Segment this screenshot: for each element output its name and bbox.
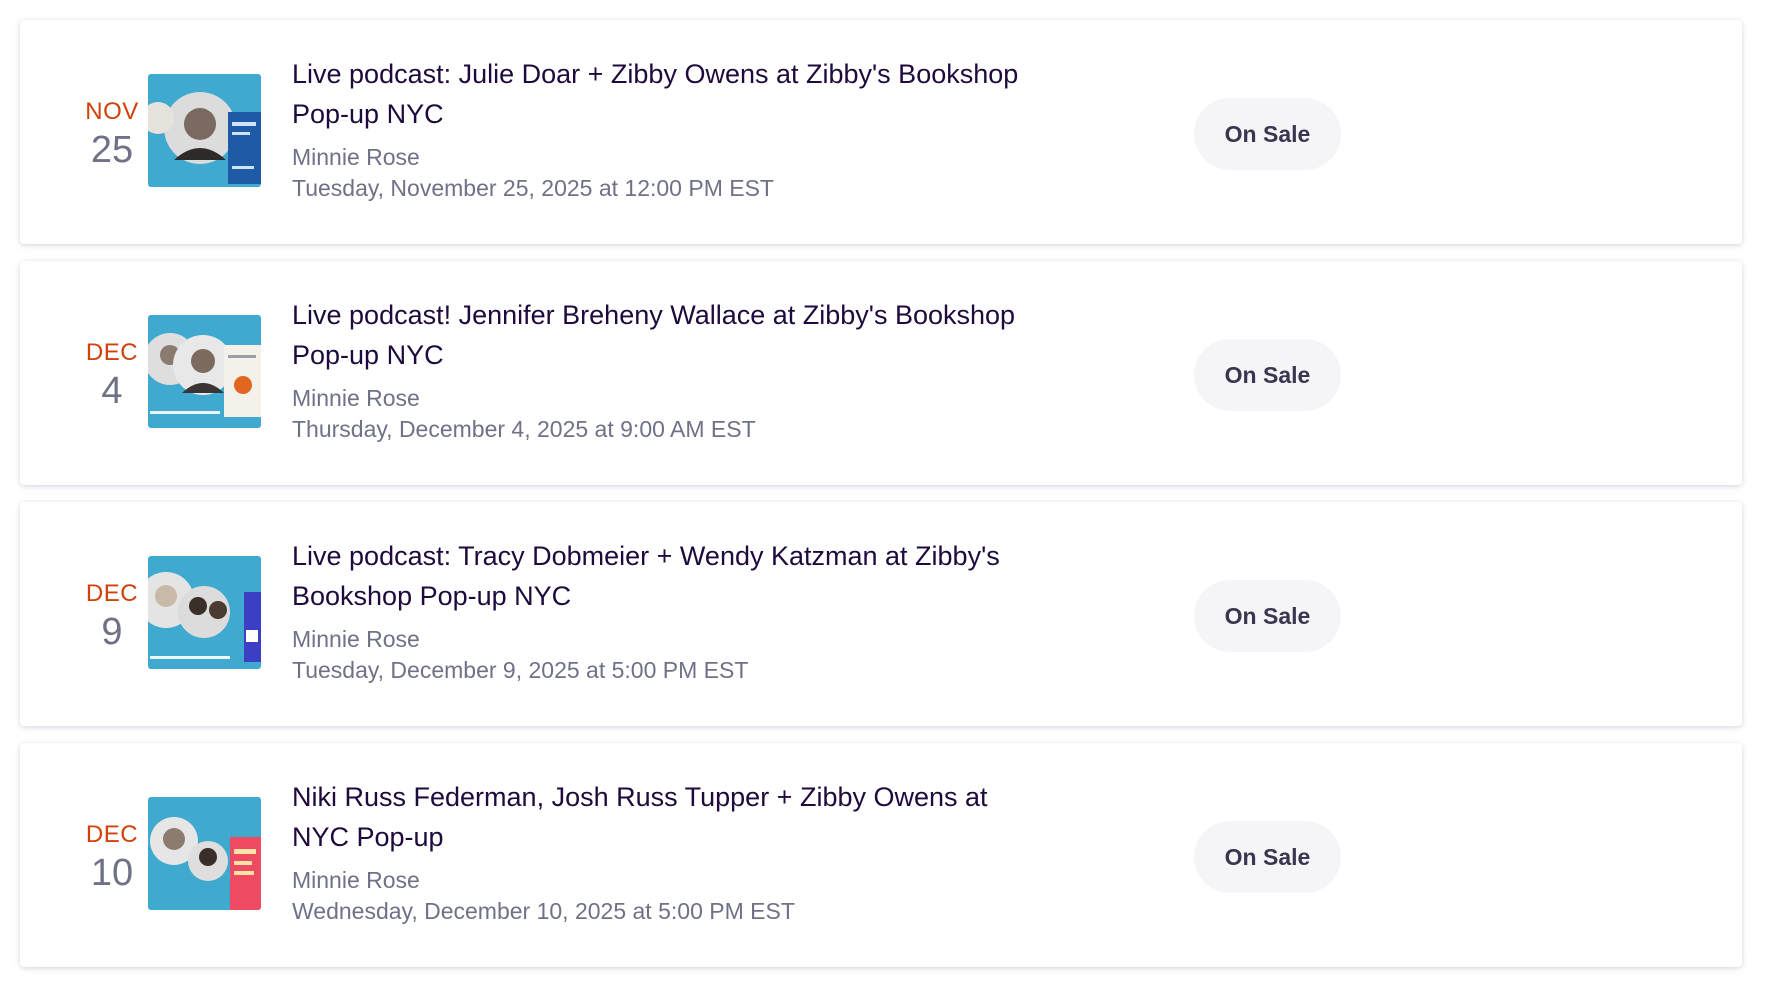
event-title[interactable]: Live podcast: Julie Doar + Zibby Owens a… — [292, 54, 1052, 134]
status-badge[interactable]: On Sale — [1194, 339, 1341, 411]
event-title[interactable]: Live podcast! Jennifer Breheny Wallace a… — [292, 295, 1052, 375]
event-info: Niki Russ Federman, Josh Russ Tupper + Z… — [292, 777, 1052, 927]
status-badge[interactable]: On Sale — [1194, 98, 1341, 170]
event-cover-image-icon[interactable] — [148, 797, 261, 910]
event-organizer: Minnie Rose — [292, 626, 420, 652]
event-cover-image-icon[interactable] — [148, 556, 261, 669]
event-card[interactable]: DEC 9 Live podcast: Tracy Dobmeier + Wen… — [20, 502, 1742, 726]
event-organizer: Minnie Rose — [292, 144, 420, 170]
event-list: NOV 25 Live podcast: Julie Doar + Zibby … — [0, 0, 1766, 982]
event-datetime: Tuesday, December 9, 2025 at 5:00 PM EST — [292, 657, 749, 683]
event-organizer: Minnie Rose — [292, 385, 420, 411]
event-title[interactable]: Live podcast: Tracy Dobmeier + Wendy Kat… — [292, 536, 1052, 616]
event-title[interactable]: Niki Russ Federman, Josh Russ Tupper + Z… — [292, 777, 1052, 857]
status-badge[interactable]: On Sale — [1194, 821, 1341, 893]
event-cover-image-icon[interactable] — [148, 315, 261, 428]
event-card[interactable]: NOV 25 Live podcast: Julie Doar + Zibby … — [20, 20, 1742, 244]
event-datetime: Thursday, December 4, 2025 at 9:00 AM ES… — [292, 416, 756, 442]
event-datetime: Tuesday, November 25, 2025 at 12:00 PM E… — [292, 175, 774, 201]
event-info: Live podcast: Julie Doar + Zibby Owens a… — [292, 54, 1052, 204]
event-info: Live podcast! Jennifer Breheny Wallace a… — [292, 295, 1052, 445]
event-datetime: Wednesday, December 10, 2025 at 5:00 PM … — [292, 898, 795, 924]
event-card[interactable]: DEC 10 Niki Russ Federman, Josh Russ Tup… — [20, 743, 1742, 967]
event-card[interactable]: DEC 4 Live podcast! Jennifer Breheny Wal… — [20, 261, 1742, 485]
status-badge[interactable]: On Sale — [1194, 580, 1341, 652]
event-info: Live podcast: Tracy Dobmeier + Wendy Kat… — [292, 536, 1052, 686]
event-cover-image-icon[interactable] — [148, 74, 261, 187]
event-organizer: Minnie Rose — [292, 867, 420, 893]
